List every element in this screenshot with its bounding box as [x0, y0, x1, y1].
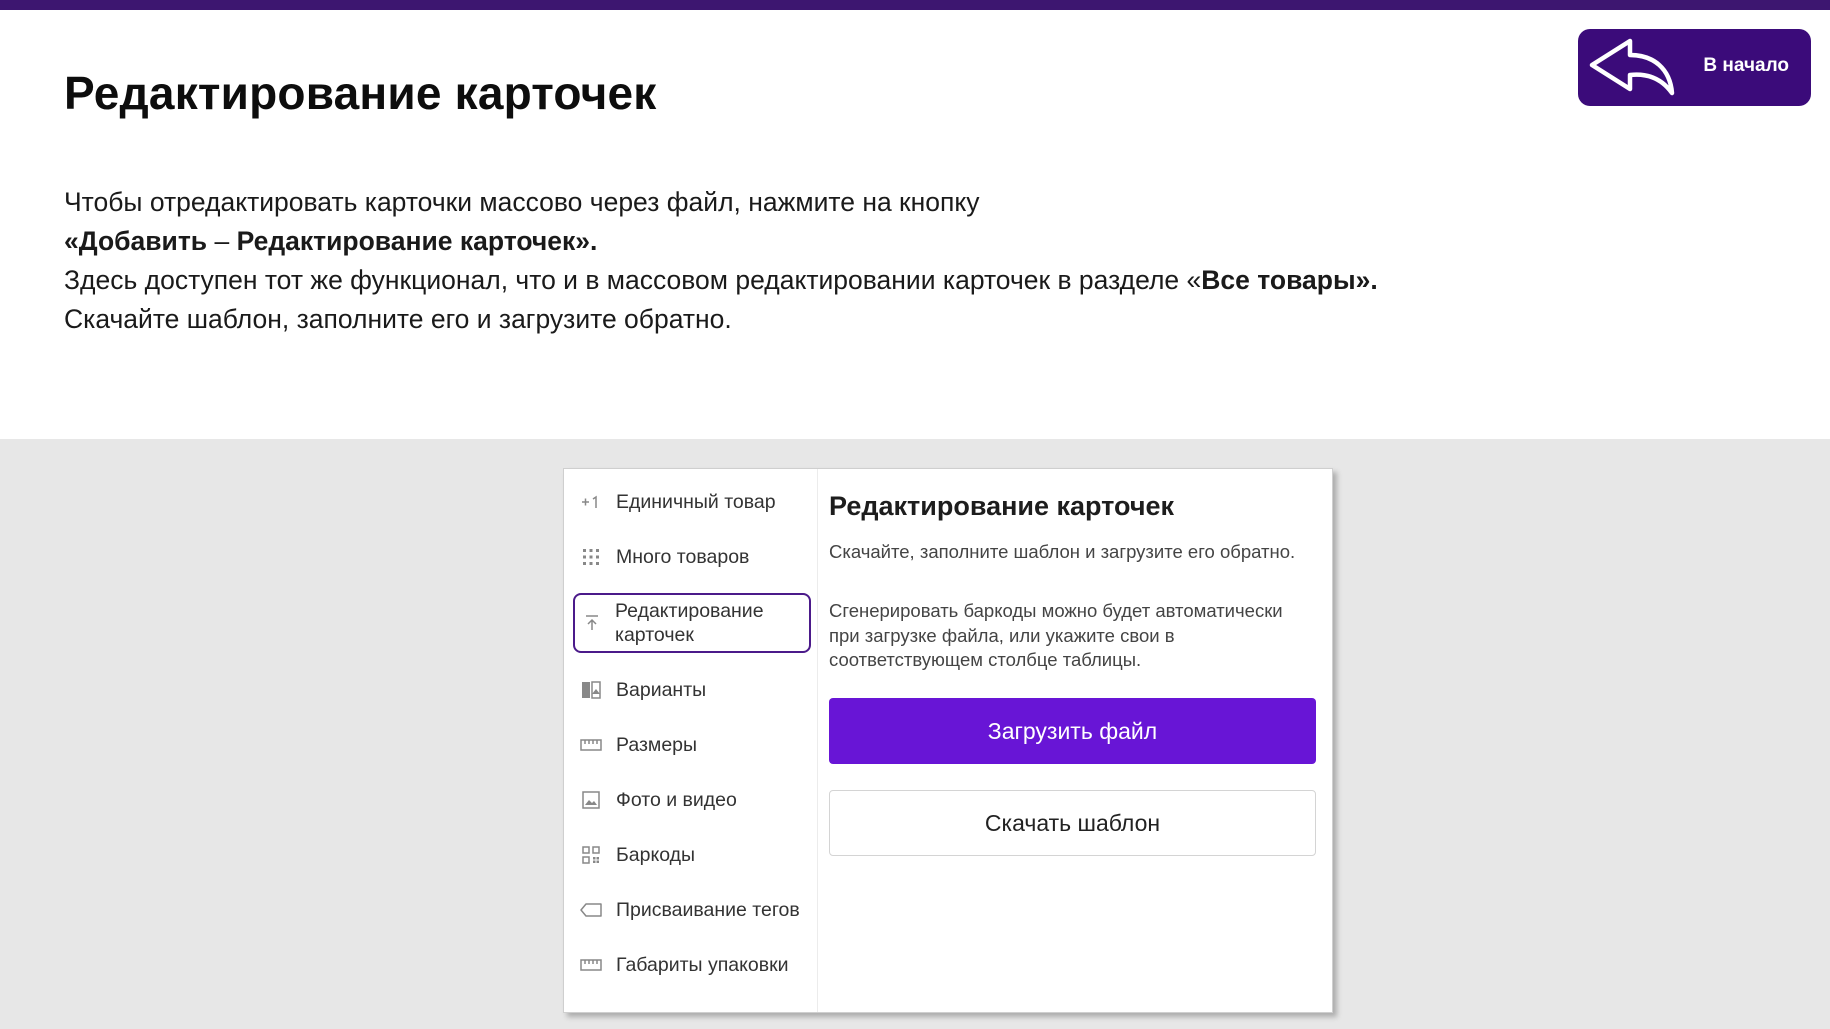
- menu-item-label: Габариты упаковки: [616, 953, 789, 976]
- menu-item-many-products[interactable]: Много товаров: [578, 535, 811, 579]
- add-products-panel: Единичный товар Много товаров Редактиров…: [563, 468, 1333, 1013]
- intro-line-2: «Добавить – Редактирование карточек».: [64, 226, 598, 256]
- intro-line-4: Скачайте шаблон, заполните его и загрузи…: [64, 304, 732, 334]
- ruler-icon: [580, 954, 602, 976]
- qr-icon: [580, 844, 602, 866]
- top-bar: [0, 0, 1830, 10]
- menu-item-label: Размеры: [616, 733, 698, 756]
- variants-icon: [580, 679, 602, 701]
- barcode-hint: Сгенерировать баркоды можно будет автома…: [829, 600, 1283, 670]
- menu-item-package-dimensions[interactable]: Габариты упаковки: [578, 943, 811, 987]
- page-title: Редактирование карточек: [64, 67, 657, 119]
- add-menu: Единичный товар Много товаров Редактиров…: [564, 469, 818, 1012]
- menu-item-label: Единичный товар: [616, 490, 776, 513]
- menu-item-label: Редактирование карточек: [615, 600, 764, 646]
- intro-text: Чтобы отредактировать карточки массово ч…: [64, 182, 1564, 338]
- menu-item-label: Присваивание тегов: [616, 898, 800, 921]
- plus-one-icon: [580, 491, 602, 513]
- menu-item-photo-video[interactable]: Фото и видео: [578, 778, 811, 822]
- menu-item-barcodes[interactable]: Баркоды: [578, 833, 811, 877]
- home-button-label: В начало: [1703, 55, 1789, 76]
- tag-icon: [580, 899, 602, 921]
- intro-line-3: Здесь доступен тот же функционал, что и …: [64, 265, 1378, 295]
- menu-item-tags[interactable]: Присваивание тегов: [578, 888, 811, 932]
- home-button[interactable]: В начало: [1578, 29, 1811, 106]
- menu-item-label: Варианты: [616, 678, 707, 701]
- download-template-button[interactable]: Скачать шаблон: [829, 790, 1316, 856]
- upload-icon: [581, 612, 603, 634]
- menu-item-variants[interactable]: Варианты: [578, 668, 811, 712]
- menu-item-edit-cards[interactable]: Редактирование карточек: [573, 593, 811, 653]
- back-arrow-icon: [1589, 38, 1675, 96]
- menu-item-label: Фото и видео: [616, 788, 737, 811]
- menu-item-label: Много товаров: [616, 545, 750, 568]
- content-title: Редактирование карточек: [829, 491, 1175, 521]
- grid-dots-icon: [580, 546, 602, 568]
- intro-line-1: Чтобы отредактировать карточки массово ч…: [64, 187, 980, 217]
- content-description: Скачайте, заполните шаблон и загрузите е…: [829, 541, 1296, 562]
- menu-item-single-product[interactable]: Единичный товар: [578, 480, 811, 524]
- menu-item-sizes[interactable]: Размеры: [578, 723, 811, 767]
- upload-file-button[interactable]: Загрузить файл: [829, 698, 1316, 764]
- menu-item-label: Баркоды: [616, 843, 696, 866]
- ruler-icon: [580, 734, 602, 756]
- image-icon: [580, 789, 602, 811]
